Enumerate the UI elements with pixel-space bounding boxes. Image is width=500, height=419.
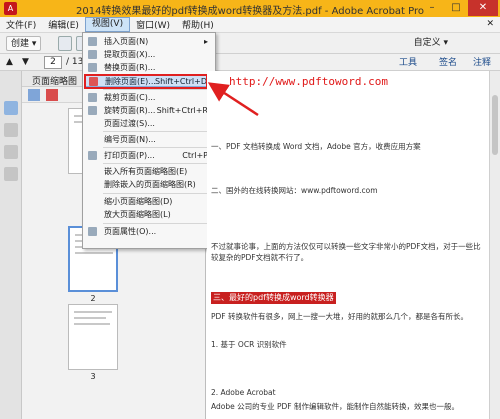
window-controls: – □ ✕ xyxy=(420,0,498,16)
menu-item-label: 提取页面(X)... xyxy=(104,50,156,59)
create-label: 创建 xyxy=(11,39,30,49)
menu-separator xyxy=(103,147,213,148)
annotation-highlight-box xyxy=(84,74,208,89)
menu-item-label: 裁剪页面(C)... xyxy=(104,93,156,102)
menu-item-embed-thumbnails[interactable]: 嵌入所有页面缩略图(E) xyxy=(84,165,214,178)
close-icon[interactable]: ✕ xyxy=(468,0,498,16)
tab-tools[interactable]: 工具 xyxy=(393,56,423,70)
scrollbar-thumb[interactable] xyxy=(492,95,498,155)
menu-item-extract-pages[interactable]: 提取页面(X)... xyxy=(84,48,214,61)
extract-icon xyxy=(88,50,97,59)
menu-view[interactable]: 视图(V) xyxy=(84,17,131,32)
tab-comment[interactable]: 注释 xyxy=(467,56,497,70)
layers-icon[interactable] xyxy=(4,145,18,159)
menu-item-rotate-pages[interactable]: 旋转页面(R)... Shift+Ctrl+R xyxy=(84,104,214,117)
menu-separator xyxy=(103,223,213,224)
signature-icon[interactable] xyxy=(4,167,18,181)
thumbnail-context-menu: 插入页面(N) ▸ 提取页面(X)... 替换页面(R)... 删除页面(E)..… xyxy=(82,32,216,249)
properties-icon xyxy=(88,227,97,236)
thumb-line xyxy=(74,323,110,325)
menu-separator xyxy=(103,163,213,164)
create-button[interactable]: 创建 ▾ xyxy=(6,36,42,51)
attachment-icon[interactable] xyxy=(4,123,18,137)
menu-item-shortcut: Ctrl+P xyxy=(182,151,208,160)
prev-page-icon[interactable]: ▲ xyxy=(6,57,13,67)
panel-title: 页面缩略图 xyxy=(32,77,78,87)
delete-icon[interactable] xyxy=(46,89,58,101)
replace-icon xyxy=(88,63,97,72)
menu-separator xyxy=(103,131,213,132)
title-bar: A 2014转换效果最好的pdf转换成word转换器及方法.pdf - Adob… xyxy=(0,0,500,17)
menu-item-label: 旋转页面(R)... xyxy=(104,106,156,115)
menu-window[interactable]: 窗口(W) xyxy=(130,18,176,31)
menu-item-label: 缩小页面缩略图(D) xyxy=(104,197,173,206)
doc-paragraph: 一、PDF 文档转换成 Word 文档，Adobe 官方，收费应用方案 xyxy=(211,142,421,151)
menu-edit[interactable]: 编辑(E) xyxy=(42,18,85,31)
section-header: 三、最好的pdf转换成word转换器 xyxy=(211,292,336,304)
document-view[interactable]: http://www.pdftoword.com 一、PDF 文档转换成 Wor… xyxy=(207,71,489,419)
menu-item-label: 删除嵌入的页面缩略图(R) xyxy=(104,180,196,189)
menu-item-label: 嵌入所有页面缩略图(E) xyxy=(104,167,188,176)
options-icon[interactable] xyxy=(28,89,40,101)
left-navigation-pane xyxy=(0,71,22,419)
menu-item-replace-pages[interactable]: 替换页面(R)... xyxy=(84,61,214,74)
crop-icon xyxy=(88,93,97,102)
menu-item-crop-pages[interactable]: 裁剪页面(C)... xyxy=(84,91,214,104)
menu-item-label: 页面过渡(S)... xyxy=(104,119,155,128)
document-url: http://www.pdftoword.com xyxy=(229,75,388,88)
menu-separator xyxy=(103,89,213,90)
insert-icon xyxy=(88,37,97,46)
menu-file[interactable]: 文件(F) xyxy=(0,18,42,31)
menu-item-label: 编号页面(N)... xyxy=(104,135,156,144)
thumb-line xyxy=(75,252,113,254)
doc-list-item: 2. Adobe Acrobat xyxy=(211,388,276,397)
menu-item-label: 放大页面缩略图(L) xyxy=(104,210,171,219)
menu-item-label: 打印页面(P)... xyxy=(104,151,155,160)
page-number-input[interactable]: 2 xyxy=(44,56,62,69)
navigation-toolbar: ▲ ▼ 2 / 13 工具 签名 注释 xyxy=(0,54,500,71)
customize-label: 自定义 xyxy=(413,38,441,48)
menu-item-enlarge-thumbnails[interactable]: 放大页面缩略图(L) xyxy=(84,208,214,221)
page-label: 2 xyxy=(90,294,96,303)
menu-item-label: 插入页面(N) xyxy=(104,37,149,46)
doc-paragraph: PDF 转换软件有很多，网上一搜一大堆，好用的就那么几个，都是各有所长。 xyxy=(211,312,468,321)
page-thumbnail[interactable] xyxy=(68,304,118,370)
doc-paragraph: 二、国外的在线转换网站：www.pdftoword.com xyxy=(211,186,378,195)
menu-bar: 文件(F) 编辑(E) 视图(V) 窗口(W) 帮助(H) ✕ xyxy=(0,17,500,33)
doc-paragraph: 不过就事论事，上面的方法仅仅可以转换一些文字非常小的PDF文档，对于一些比较复杂… xyxy=(211,242,481,262)
menu-item-insert-pages[interactable]: 插入页面(N) ▸ xyxy=(84,35,214,48)
menu-item-page-properties[interactable]: 页面属性(O)... xyxy=(84,225,214,238)
customize-button[interactable]: 自定义 ▾ xyxy=(410,36,452,51)
doc-list-item: 1. 基于 OCR 识别软件 xyxy=(211,340,287,349)
page-thumbnails-icon[interactable] xyxy=(4,101,18,115)
doc-paragraph: Adobe 公司的专业 PDF 制作编辑软件，能制作自然能转换，效果也一般。 xyxy=(211,402,459,411)
page-label: 3 xyxy=(90,372,96,381)
page-count: / 13 xyxy=(66,57,84,67)
menu-help[interactable]: 帮助(H) xyxy=(176,18,220,31)
maximize-icon[interactable]: □ xyxy=(444,0,468,16)
tab-sign[interactable]: 签名 xyxy=(433,56,463,70)
vertical-scrollbar[interactable] xyxy=(489,71,500,419)
menu-item-label: 替换页面(R)... xyxy=(104,63,156,72)
submenu-arrow-icon: ▸ xyxy=(203,37,208,46)
close-document-icon[interactable]: ✕ xyxy=(486,19,494,29)
main-toolbar: 创建 ▾ 自定义 ▾ xyxy=(0,33,500,54)
menu-item-number-pages[interactable]: 编号页面(N)... xyxy=(84,133,214,146)
menu-item-reduce-thumbnails[interactable]: 缩小页面缩略图(D) xyxy=(84,195,214,208)
next-page-icon[interactable]: ▼ xyxy=(22,57,29,67)
minimize-icon[interactable]: – xyxy=(420,0,444,16)
menu-separator xyxy=(103,193,213,194)
print-page-icon xyxy=(88,151,97,160)
menu-item-print-pages[interactable]: 打印页面(P)... Ctrl+P xyxy=(84,149,214,162)
open-icon[interactable] xyxy=(58,36,72,51)
menu-item-remove-embedded-thumbnails[interactable]: 删除嵌入的页面缩略图(R) xyxy=(84,178,214,191)
menu-item-label: 页面属性(O)... xyxy=(104,227,157,236)
menu-item-page-transitions[interactable]: 页面过渡(S)... xyxy=(84,117,214,130)
thumb-line xyxy=(74,317,106,319)
rotate-icon xyxy=(88,106,97,115)
menu-item-shortcut: Shift+Ctrl+R xyxy=(156,106,208,115)
thumb-line xyxy=(74,311,112,313)
